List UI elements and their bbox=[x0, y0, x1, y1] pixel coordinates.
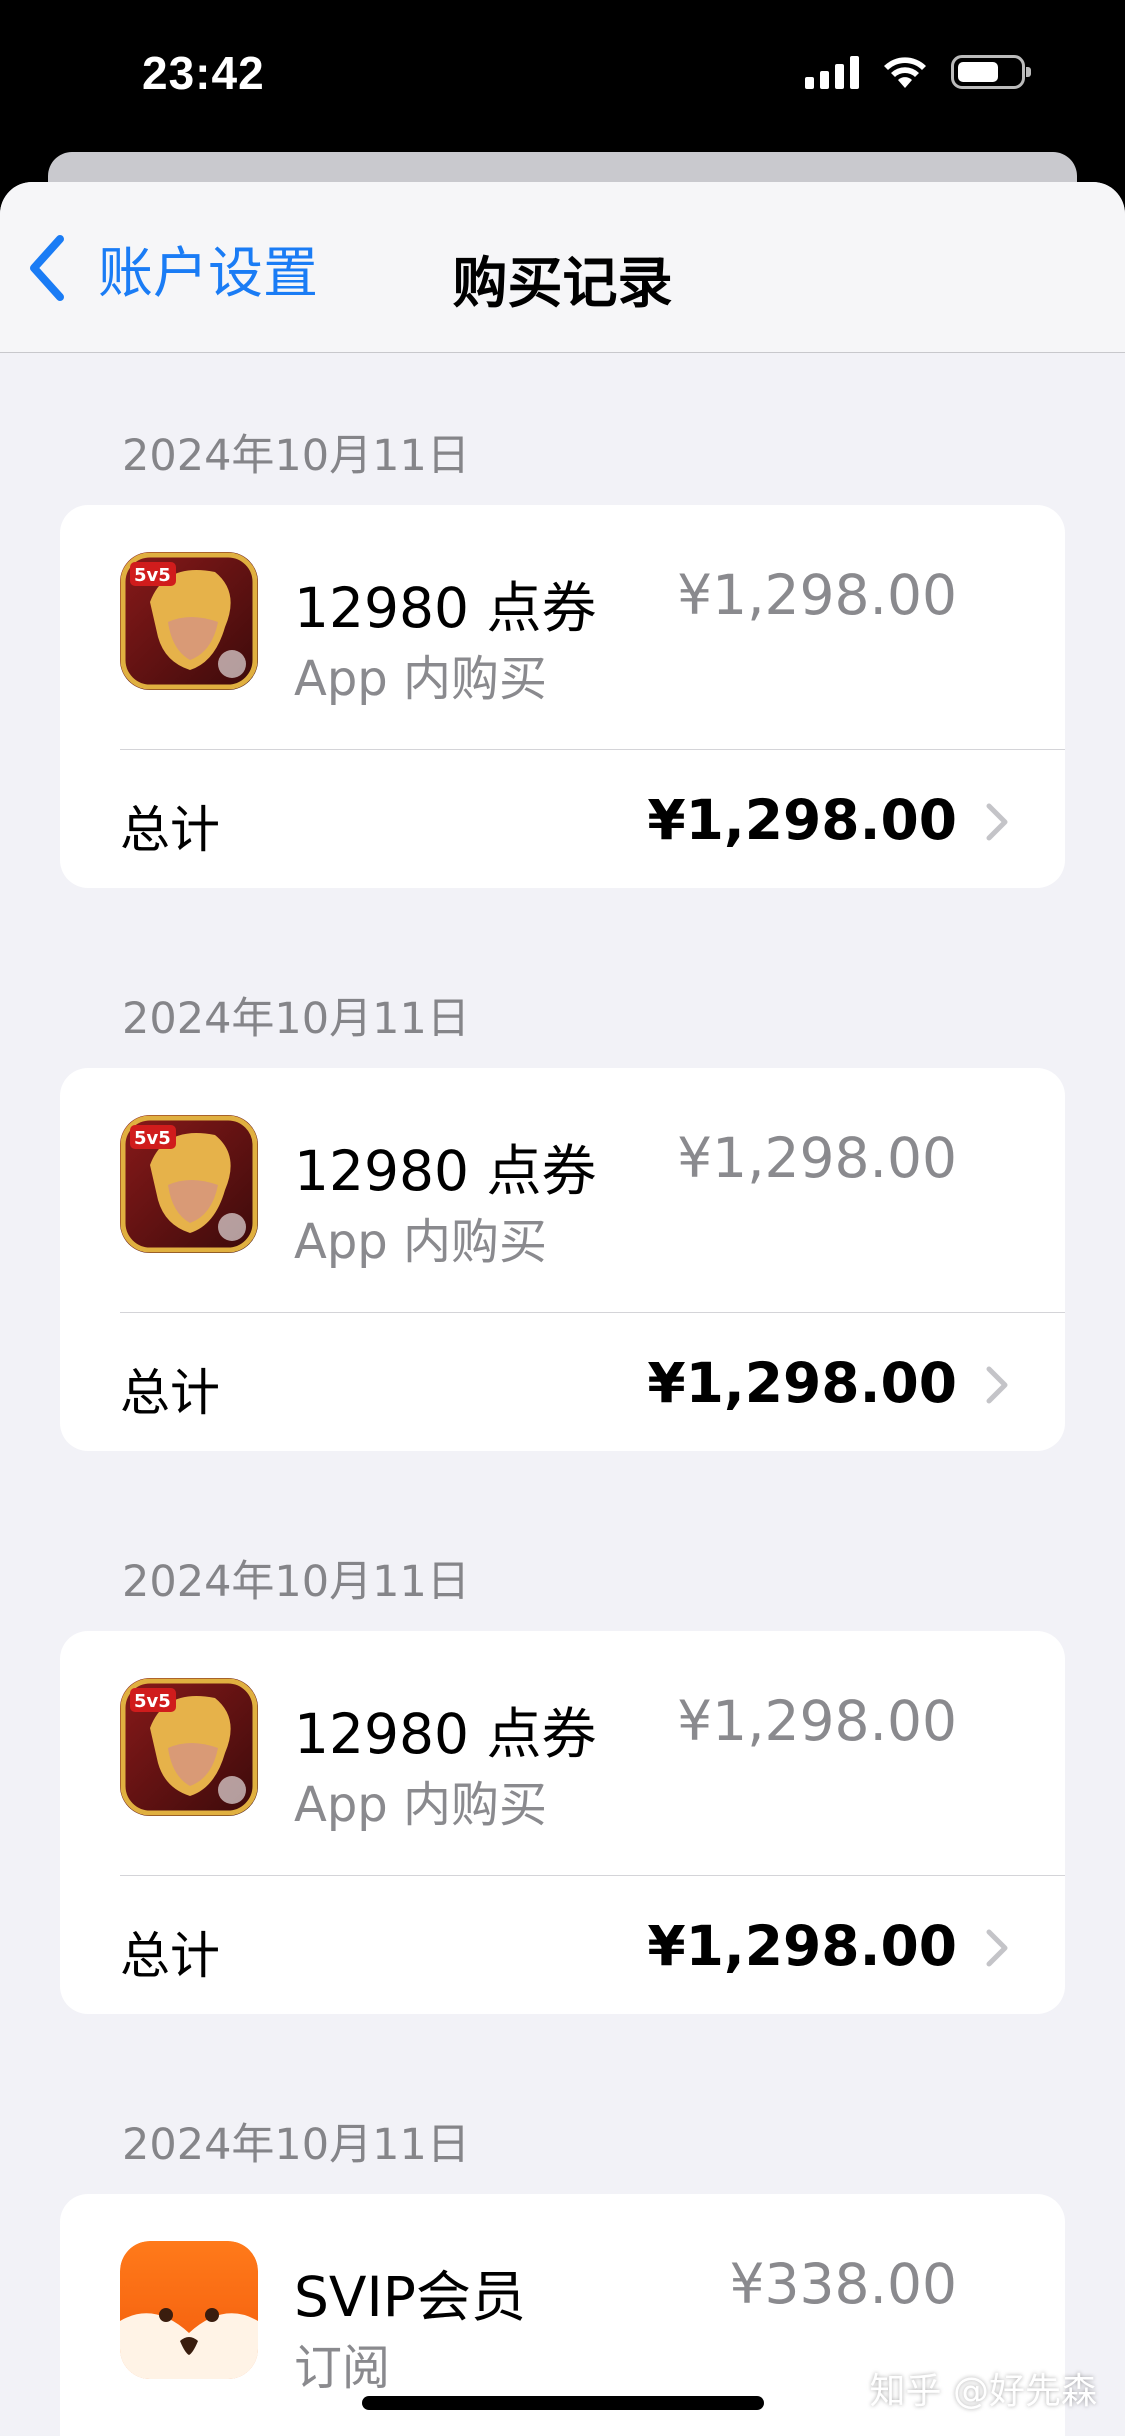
total-row[interactable]: 总计 ¥1,298.00 bbox=[60, 1313, 1065, 1451]
item-name: SVIP会员 bbox=[294, 2265, 526, 2329]
item-price: ¥1,298.00 bbox=[677, 1126, 957, 1190]
purchase-history-sheet: 账户设置 购买记录 2024年10月11日 5v5 12980 点券 App 内… bbox=[0, 182, 1125, 2436]
purchase-card: 5v5 12980 点券 App 内购买 ¥1,298.00 总计 ¥1,298… bbox=[60, 1068, 1065, 1451]
home-indicator[interactable] bbox=[362, 2396, 764, 2410]
svg-text:5v5: 5v5 bbox=[134, 565, 171, 586]
navigation-bar: 账户设置 购买记录 bbox=[0, 182, 1125, 353]
svg-text:5v5: 5v5 bbox=[134, 1691, 171, 1712]
cellular-signal-icon bbox=[805, 55, 859, 89]
total-row[interactable]: 总计 ¥1,298.00 bbox=[60, 1876, 1065, 2014]
item-price: ¥338.00 bbox=[729, 2252, 957, 2316]
item-name: 12980 点券 bbox=[294, 1139, 597, 1203]
chevron-right-icon bbox=[986, 1366, 1008, 1404]
total-row[interactable]: 总计 ¥1,298.00 bbox=[60, 750, 1065, 888]
purchase-item[interactable]: 5v5 12980 点券 App 内购买 ¥1,298.00 bbox=[60, 1631, 1065, 1875]
item-type: App 内购买 bbox=[294, 651, 548, 707]
total-label: 总计 bbox=[120, 1364, 220, 1422]
total-label: 总计 bbox=[120, 801, 220, 859]
purchase-item[interactable]: 5v5 12980 点券 App 内购买 ¥1,298.00 bbox=[60, 1068, 1065, 1312]
fox-app-icon bbox=[120, 2241, 258, 2379]
status-time: 23:42 bbox=[142, 47, 265, 99]
purchase-date: 2024年10月11日 bbox=[122, 1557, 470, 1607]
purchase-item[interactable]: 5v5 12980 点券 App 内购买 ¥1,298.00 bbox=[60, 505, 1065, 749]
item-type: App 内购买 bbox=[294, 1777, 548, 1833]
status-icons bbox=[805, 54, 1031, 90]
total-amount: ¥1,298.00 bbox=[647, 1351, 957, 1415]
watermark: 知乎 @好先森 bbox=[869, 2371, 1097, 2412]
wifi-icon bbox=[884, 57, 926, 88]
purchase-card: 5v5 12980 点券 App 内购买 ¥1,298.00 总计 ¥1,298… bbox=[60, 505, 1065, 888]
total-amount: ¥1,298.00 bbox=[647, 1914, 957, 1978]
svg-text:5v5: 5v5 bbox=[134, 1128, 171, 1149]
total-amount: ¥1,298.00 bbox=[647, 788, 957, 852]
item-price: ¥1,298.00 bbox=[677, 1689, 957, 1753]
honor-of-kings-app-icon: 5v5 bbox=[120, 552, 258, 690]
purchase-date: 2024年10月11日 bbox=[122, 431, 470, 481]
purchase-date: 2024年10月11日 bbox=[122, 2120, 470, 2170]
battery-icon bbox=[951, 55, 1031, 89]
item-name: 12980 点券 bbox=[294, 1702, 597, 1766]
item-type: 订阅 bbox=[294, 2340, 391, 2396]
total-label: 总计 bbox=[120, 1927, 220, 1985]
page-title: 购买记录 bbox=[452, 251, 673, 315]
chevron-right-icon bbox=[986, 1929, 1008, 1967]
purchase-date: 2024年10月11日 bbox=[122, 994, 470, 1044]
chevron-right-icon bbox=[986, 803, 1008, 841]
item-type: App 内购买 bbox=[294, 1214, 548, 1270]
item-price: ¥1,298.00 bbox=[677, 563, 957, 627]
item-name: 12980 点券 bbox=[294, 576, 597, 640]
honor-of-kings-app-icon: 5v5 bbox=[120, 1678, 258, 1816]
status-bar: 23:42 bbox=[0, 0, 1125, 150]
purchase-card: 5v5 12980 点券 App 内购买 ¥1,298.00 总计 ¥1,298… bbox=[60, 1631, 1065, 2014]
honor-of-kings-app-icon: 5v5 bbox=[120, 1115, 258, 1253]
